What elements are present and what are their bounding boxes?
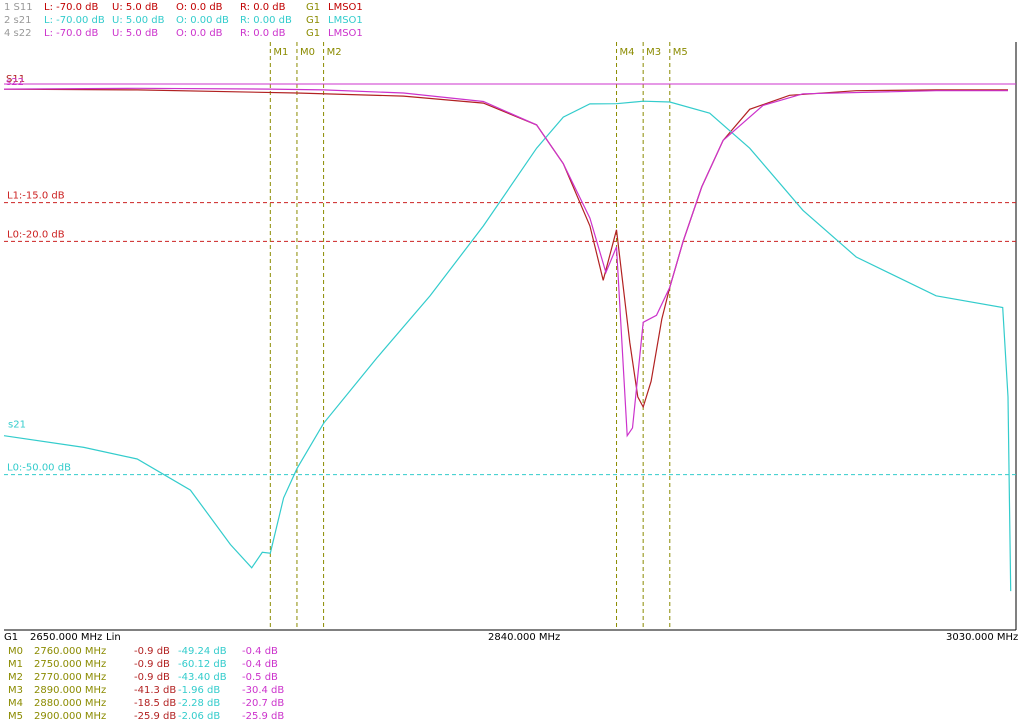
trace-s11 bbox=[3, 88, 1008, 409]
limit-label: L0:-20.0 dB bbox=[7, 229, 65, 240]
marker-cell-name: M3 bbox=[8, 685, 23, 696]
x-axis-group: G1 bbox=[4, 632, 19, 643]
marker-cell-name: M2 bbox=[8, 672, 23, 683]
marker-cell-s22: -30.4 dB bbox=[242, 685, 285, 696]
marker-label: M1 bbox=[273, 47, 288, 58]
marker-label: M3 bbox=[646, 47, 661, 58]
marker-label: M2 bbox=[327, 47, 342, 58]
marker-cell-s21: -2.06 dB bbox=[178, 711, 221, 722]
marker-cell-name: M0 bbox=[8, 646, 23, 657]
marker-cell-s21: -60.12 dB bbox=[178, 659, 227, 670]
marker-cell-s11: -0.9 dB bbox=[134, 646, 170, 657]
x-axis-scale: Lin bbox=[106, 632, 121, 643]
limit-label: L1:-15.0 dB bbox=[7, 191, 65, 202]
trace-s22 bbox=[3, 87, 1008, 438]
x-axis-stop: 3030.000 MHz bbox=[946, 632, 1019, 643]
marker-cell-s22: -0.4 dB bbox=[242, 646, 278, 657]
marker-cell-s11: -25.9 dB bbox=[134, 711, 177, 722]
trace-label-s21: s21 bbox=[8, 420, 26, 431]
marker-cell-freq: 2890.000 MHz bbox=[34, 685, 107, 696]
marker-cell-s21: -49.24 dB bbox=[178, 646, 227, 657]
x-axis-labels: G1 2650.000 MHz Lin 2840.000 MHz 3030.00… bbox=[0, 632, 1020, 645]
marker-cell-s21: -43.40 dB bbox=[178, 672, 227, 683]
marker-label: M5 bbox=[673, 47, 688, 58]
marker-cell-name: M5 bbox=[8, 711, 23, 722]
marker-cell-s22: -20.7 dB bbox=[242, 698, 285, 709]
marker-cell-freq: 2770.000 MHz bbox=[34, 672, 107, 683]
limit-label: L0:-50.00 dB bbox=[7, 463, 71, 474]
marker-cell-s11: -41.3 dB bbox=[134, 685, 177, 696]
marker-cell-s11: -0.9 dB bbox=[134, 659, 170, 670]
marker-cell-name: M1 bbox=[8, 659, 23, 670]
marker-cell-s22: -25.9 dB bbox=[242, 711, 285, 722]
x-axis-start: 2650.000 MHz bbox=[30, 632, 103, 643]
vna-plot: L1:-15.0 dB L0:-20.0 dB L0:-50.00 dB M1 M0 M… bbox=[3, 42, 1017, 631]
marker-cell-s21: -2.28 dB bbox=[178, 698, 221, 709]
marker-cell-freq: 2880.000 MHz bbox=[34, 698, 107, 709]
marker-cell-freq: 2900.000 MHz bbox=[34, 711, 107, 722]
marker-cell-freq: 2750.000 MHz bbox=[34, 659, 107, 670]
marker-cell-s11: -0.9 dB bbox=[134, 672, 170, 683]
marker-cell-name: M4 bbox=[8, 698, 23, 709]
marker-cell-s11: -18.5 dB bbox=[134, 698, 177, 709]
trace-label-s22: s22 bbox=[6, 77, 24, 88]
marker-cell-s22: -0.4 dB bbox=[242, 659, 278, 670]
marker-label: M0 bbox=[300, 47, 315, 58]
x-axis-center: 2840.000 MHz bbox=[488, 632, 561, 643]
marker-cell-s21: -1.96 dB bbox=[178, 685, 221, 696]
marker-label: M4 bbox=[620, 47, 635, 58]
marker-cell-freq: 2760.000 MHz bbox=[34, 646, 107, 657]
marker-cell-s22: -0.5 dB bbox=[242, 672, 278, 683]
trace-s21 bbox=[3, 100, 1012, 592]
